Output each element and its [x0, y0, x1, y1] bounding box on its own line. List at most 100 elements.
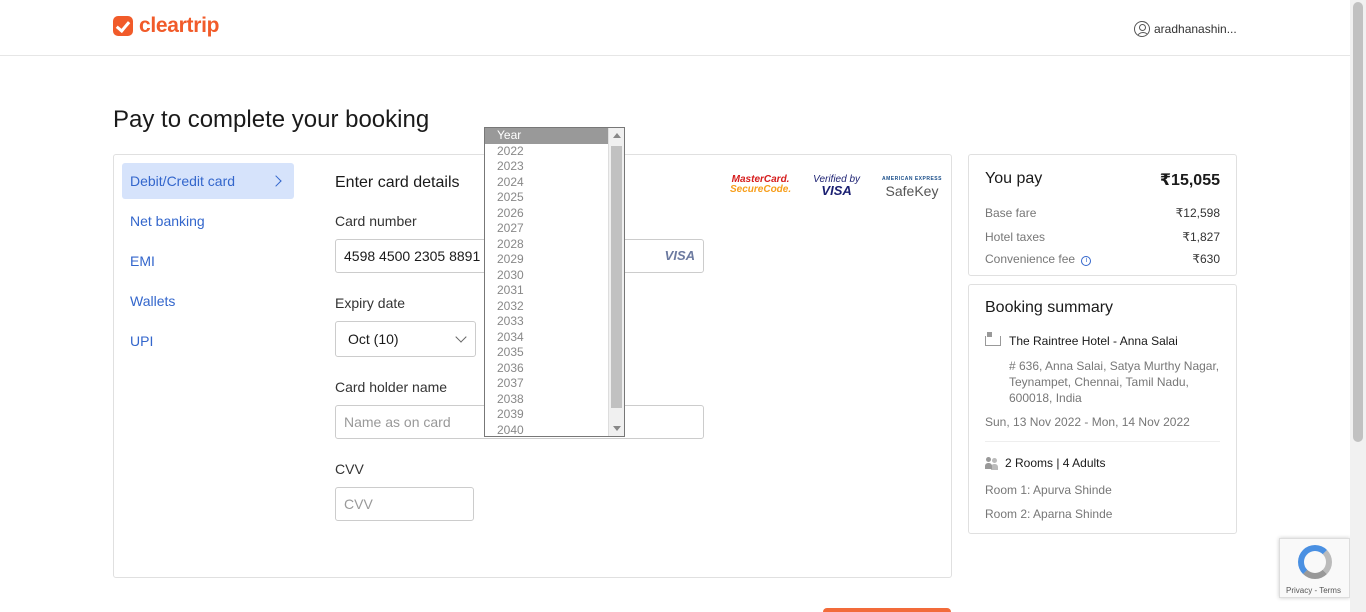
recaptcha-links[interactable]: Privacy - Terms: [1286, 586, 1341, 595]
security-logos: MasterCard. SecureCode. Verified by VISA…: [730, 173, 942, 199]
stay-dates: Sun, 13 Nov 2022 - Mon, 14 Nov 2022: [985, 415, 1190, 429]
year-option[interactable]: 2025: [485, 190, 624, 206]
user-menu[interactable]: aradhanashin...: [1134, 21, 1237, 37]
year-option[interactable]: 2033: [485, 314, 624, 330]
fare-row-label: Convenience fee: [985, 252, 1076, 266]
fare-row-hotel-taxes: Hotel taxes ₹1,827: [985, 230, 1220, 244]
fare-row-base-fare: Base fare ₹12,598: [985, 206, 1220, 220]
fare-row-label: Base fare: [985, 206, 1037, 220]
expiry-month-value: Oct (10): [348, 331, 399, 347]
recaptcha-badge[interactable]: Privacy - Terms: [1279, 538, 1350, 598]
amex-line2: SafeKey: [885, 183, 939, 199]
page-scrollbar[interactable]: [1350, 0, 1366, 612]
verified-by-visa-logo: Verified by VISA: [813, 174, 860, 198]
page: cleartrip aradhanashin... Pay to complet…: [0, 0, 1366, 612]
chevron-down-icon: [455, 331, 467, 343]
year-option[interactable]: 2032: [485, 299, 624, 315]
user-icon: [1134, 21, 1150, 37]
cvv-placeholder: CVV: [344, 496, 373, 512]
fare-row-value: ₹1,827: [1182, 230, 1220, 244]
method-debit-credit-card[interactable]: Debit/Credit card: [122, 163, 294, 199]
year-option[interactable]: 2040: [485, 423, 624, 437]
you-pay-label: You pay: [985, 170, 1043, 187]
year-option[interactable]: 2031: [485, 283, 624, 299]
method-label: EMI: [130, 253, 155, 269]
fare-row-value: ₹12,598: [1175, 206, 1220, 220]
year-option[interactable]: 2037: [485, 376, 624, 392]
divider: [985, 441, 1220, 442]
year-options: Year 2022 2023 2024 2025 2026 2027 2028 2029 2030…: [485, 128, 624, 437]
year-option[interactable]: 2039: [485, 407, 624, 423]
card-holder-label: Card holder name: [335, 379, 448, 395]
year-option[interactable]: 2027: [485, 221, 624, 237]
fare-row-value: ₹630: [1192, 252, 1220, 266]
bed-icon: [985, 332, 1001, 346]
user-name: aradhanashin...: [1154, 22, 1237, 36]
amex-safekey-logo: AMERICAN EXPRESS SafeKey: [882, 173, 942, 199]
year-option[interactable]: 2030: [485, 268, 624, 284]
fare-row-label-wrap: Convenience fee i: [985, 252, 1092, 266]
year-option[interactable]: Year: [485, 128, 608, 144]
dropdown-scroll-thumb[interactable]: [611, 146, 622, 408]
card-holder-placeholder: Name as on card: [344, 414, 451, 430]
mc-line2: SecureCode.: [730, 184, 792, 195]
dropdown-scrollbar[interactable]: [608, 128, 624, 436]
cvv-label: CVV: [335, 461, 364, 477]
method-label: Wallets: [130, 293, 176, 309]
cvv-input[interactable]: CVV: [335, 487, 474, 521]
header: cleartrip aradhanashin...: [0, 0, 1350, 56]
visa-icon: VISA: [664, 248, 695, 263]
year-option[interactable]: 2023: [485, 159, 624, 175]
card-number-label: Card number: [335, 213, 417, 229]
expiry-month-select[interactable]: Oct (10): [335, 321, 476, 357]
expiry-date-label: Expiry date: [335, 295, 406, 311]
vbv-line2: VISA: [821, 183, 852, 198]
year-option[interactable]: 2029: [485, 252, 624, 268]
hotel-row: The Raintree Hotel - Anna Salai: [985, 332, 1178, 348]
booking-summary-title: Booking summary: [985, 299, 1114, 316]
fare-row-convenience-fee: Convenience fee i ₹630: [985, 252, 1220, 266]
year-option[interactable]: 2035: [485, 345, 624, 361]
year-option[interactable]: 2026: [485, 206, 624, 222]
rooms-adults: 2 Rooms | 4 Adults: [1005, 456, 1106, 470]
info-icon[interactable]: i: [1081, 256, 1092, 266]
checkmark-logo-icon: [113, 16, 133, 36]
year-option[interactable]: 2034: [485, 330, 624, 346]
booking-summary-card: Booking summary The Raintree Hotel - Ann…: [968, 284, 1237, 534]
year-option[interactable]: 2024: [485, 175, 624, 191]
method-label: Net banking: [130, 213, 205, 229]
hotel-address: # 636, Anna Salai, Satya Murthy Nagar, T…: [1009, 359, 1220, 405]
mastercard-securecode-logo: MasterCard. SecureCode.: [730, 175, 791, 195]
scroll-up-arrow-icon[interactable]: [613, 133, 621, 138]
year-option[interactable]: 2036: [485, 361, 624, 377]
guests-row: 2 Rooms | 4 Adults: [985, 456, 1106, 470]
method-label: Debit/Credit card: [130, 173, 236, 189]
room-guest-1: Room 1: Apurva Shinde: [985, 483, 1112, 497]
method-upi[interactable]: UPI: [122, 323, 294, 359]
method-label: UPI: [130, 333, 154, 349]
method-emi[interactable]: EMI: [122, 243, 294, 279]
year-option[interactable]: 2038: [485, 392, 624, 408]
card-number-value: 4598 4500 2305 8891: [344, 248, 481, 264]
chevron-right-icon: [270, 175, 282, 187]
fare-summary-card: You pay ₹15,055 Base fare ₹12,598 Hotel …: [968, 154, 1237, 276]
cleartrip-logo[interactable]: cleartrip: [113, 14, 219, 38]
room-guest-2: Room 2: Aparna Shinde: [985, 507, 1113, 521]
pay-button[interactable]: [823, 608, 951, 612]
hotel-name: The Raintree Hotel - Anna Salai: [1009, 334, 1178, 348]
method-net-banking[interactable]: Net banking: [122, 203, 294, 239]
year-option[interactable]: 2022: [485, 144, 624, 160]
page-scroll-thumb[interactable]: [1353, 2, 1363, 442]
method-wallets[interactable]: Wallets: [122, 283, 294, 319]
scroll-down-arrow-icon[interactable]: [613, 426, 621, 431]
recaptcha-icon: [1298, 545, 1332, 579]
year-option[interactable]: 2028: [485, 237, 624, 253]
fare-header: You pay ₹15,055: [985, 170, 1220, 190]
payment-method-list: Debit/Credit card Net banking EMI Wallet…: [122, 163, 294, 363]
fare-row-label: Hotel taxes: [985, 230, 1046, 244]
logo-text: cleartrip: [139, 14, 220, 37]
total-amount: ₹15,055: [1159, 172, 1220, 189]
expiry-year-dropdown-list[interactable]: Year 2022 2023 2024 2025 2026 2027 2028 2029 2030…: [484, 127, 625, 437]
page-title: Pay to complete your booking: [113, 106, 430, 133]
people-icon: [985, 457, 999, 469]
